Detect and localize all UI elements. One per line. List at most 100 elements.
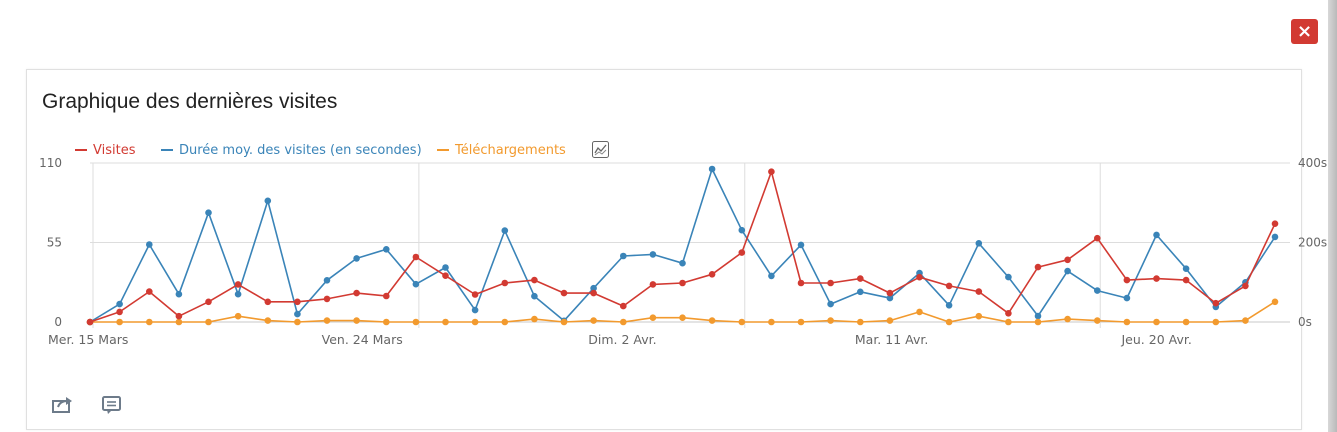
data-point bbox=[531, 315, 538, 323]
data-point bbox=[708, 165, 716, 173]
export-icon[interactable] bbox=[51, 395, 73, 415]
data-point bbox=[827, 279, 834, 287]
data-point bbox=[738, 318, 746, 326]
data-point bbox=[708, 317, 716, 324]
data-point bbox=[234, 312, 242, 320]
data-point bbox=[412, 318, 420, 326]
data-point bbox=[294, 310, 301, 318]
data-point bbox=[649, 281, 657, 288]
data-point bbox=[857, 318, 864, 326]
data-point bbox=[1271, 233, 1279, 241]
data-point bbox=[234, 281, 242, 288]
data-point bbox=[353, 289, 360, 297]
y-left-tick-label: 55 bbox=[47, 236, 62, 250]
data-point bbox=[1242, 317, 1249, 324]
data-point bbox=[1034, 312, 1042, 320]
data-point bbox=[620, 252, 627, 260]
x-tick-label: Jeu. 20 Avr. bbox=[1121, 332, 1192, 347]
data-point bbox=[1064, 256, 1071, 264]
data-point bbox=[1094, 317, 1101, 324]
data-point bbox=[679, 259, 686, 267]
data-point bbox=[1242, 282, 1249, 290]
data-point bbox=[116, 308, 123, 316]
data-point bbox=[323, 295, 331, 303]
data-point bbox=[205, 318, 212, 326]
data-point bbox=[501, 227, 509, 234]
data-point bbox=[116, 318, 123, 326]
data-point bbox=[471, 291, 479, 298]
data-point bbox=[205, 298, 212, 306]
data-point bbox=[1153, 231, 1160, 239]
data-point bbox=[205, 209, 212, 216]
y-right-tick-label: 400s bbox=[1298, 156, 1327, 170]
data-point bbox=[827, 317, 834, 324]
x-tick-label: Dim. 2 Avr. bbox=[588, 332, 656, 347]
x-tick-label: Mer. 15 Mars bbox=[48, 332, 128, 347]
data-point bbox=[620, 302, 627, 310]
data-point bbox=[264, 317, 272, 324]
data-point bbox=[234, 290, 242, 298]
data-point bbox=[1212, 299, 1220, 307]
data-point bbox=[1271, 220, 1279, 227]
data-point bbox=[975, 288, 983, 295]
data-point bbox=[264, 197, 272, 205]
data-point bbox=[146, 241, 153, 248]
data-point bbox=[1064, 267, 1071, 275]
data-point bbox=[886, 289, 894, 297]
data-point bbox=[590, 289, 597, 297]
data-point bbox=[323, 317, 331, 324]
data-point bbox=[1123, 294, 1131, 302]
data-point bbox=[383, 318, 390, 326]
data-point bbox=[175, 312, 183, 320]
data-point bbox=[827, 300, 834, 308]
data-point bbox=[323, 277, 331, 284]
data-point bbox=[1153, 318, 1160, 326]
data-point bbox=[294, 298, 301, 306]
data-point bbox=[1005, 318, 1012, 326]
data-point bbox=[1123, 276, 1131, 284]
data-point bbox=[560, 289, 568, 297]
data-point bbox=[383, 246, 390, 253]
data-point bbox=[1064, 315, 1071, 323]
data-point bbox=[945, 282, 953, 290]
data-point bbox=[620, 318, 627, 326]
data-point bbox=[768, 168, 775, 175]
data-point bbox=[175, 318, 183, 326]
data-point bbox=[1182, 318, 1190, 326]
data-point bbox=[768, 318, 775, 326]
data-point bbox=[738, 249, 746, 256]
data-point bbox=[1034, 318, 1042, 326]
data-point bbox=[1123, 318, 1131, 326]
data-point bbox=[1212, 318, 1220, 326]
data-point bbox=[442, 264, 449, 271]
data-point bbox=[146, 288, 153, 295]
data-point bbox=[294, 318, 301, 326]
data-point bbox=[857, 275, 864, 282]
data-point bbox=[975, 240, 983, 247]
data-point bbox=[412, 280, 420, 288]
data-point bbox=[797, 318, 805, 326]
annotation-icon[interactable] bbox=[101, 395, 123, 415]
data-point bbox=[916, 308, 923, 316]
data-point bbox=[442, 272, 449, 280]
data-point bbox=[1182, 265, 1190, 273]
data-point bbox=[1005, 273, 1012, 281]
data-point bbox=[383, 292, 390, 300]
y-left-tick-label: 0 bbox=[54, 315, 62, 329]
data-point bbox=[797, 241, 805, 249]
data-point bbox=[501, 279, 509, 287]
data-point bbox=[649, 251, 657, 258]
data-point bbox=[1005, 310, 1012, 317]
data-point bbox=[1153, 275, 1160, 282]
data-point bbox=[679, 314, 686, 322]
data-point bbox=[412, 253, 420, 261]
data-point bbox=[146, 318, 153, 326]
data-point bbox=[1034, 263, 1042, 271]
data-point bbox=[768, 272, 775, 280]
data-point bbox=[264, 298, 272, 306]
data-point bbox=[649, 314, 657, 322]
data-point bbox=[945, 318, 953, 326]
data-point bbox=[86, 318, 94, 326]
data-point bbox=[531, 276, 538, 284]
data-point bbox=[857, 288, 864, 296]
